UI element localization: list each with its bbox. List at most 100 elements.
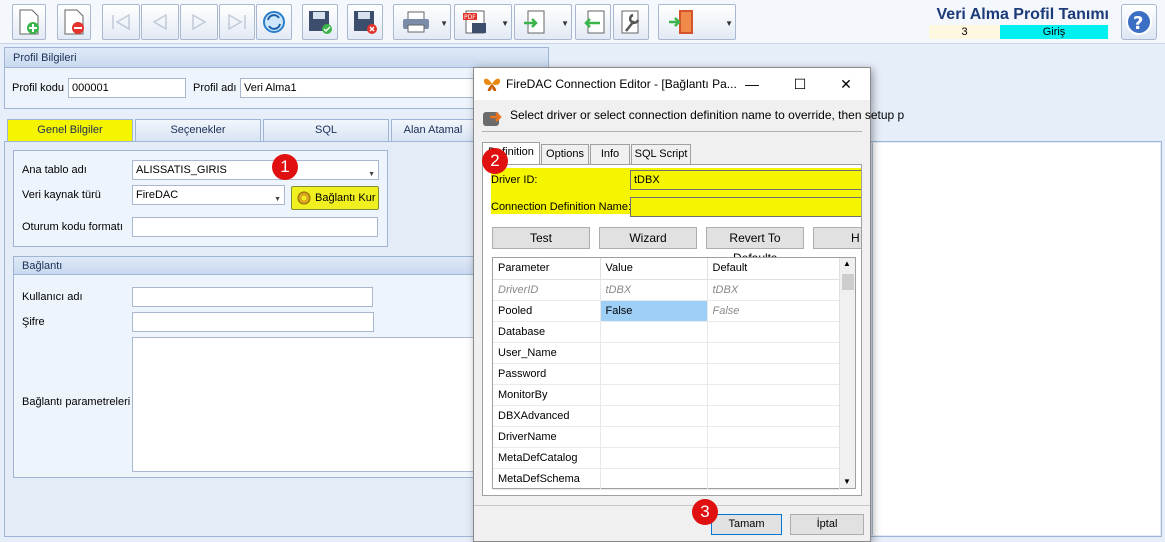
- refresh-button[interactable]: [256, 4, 292, 40]
- page-title: Veri Alma Profil Tanımı: [936, 6, 1110, 23]
- param-value[interactable]: False: [600, 300, 708, 322]
- table-row[interactable]: Pooled False False: [493, 300, 840, 322]
- first-record-button[interactable]: [102, 4, 140, 40]
- param-value[interactable]: [600, 405, 708, 427]
- import-button[interactable]: [575, 4, 611, 40]
- grid-scrollbar[interactable]: ▲ ▼: [839, 258, 855, 488]
- step-marker: 3: [692, 499, 718, 525]
- profile-name-label: Profil adı: [193, 82, 237, 94]
- chevron-down-icon: ▼: [725, 19, 733, 28]
- export-button[interactable]: ▼: [514, 4, 572, 40]
- grid-header-row: Parameter Value Default: [493, 258, 840, 280]
- main-table-value: ALISSATIS_GIRIS: [136, 164, 227, 176]
- tab-field-mapping[interactable]: Alan Atamal: [391, 119, 475, 141]
- next-record-icon: [192, 13, 207, 31]
- step-marker: 2: [482, 148, 508, 174]
- revert-defaults-button[interactable]: Revert To Defaults: [706, 227, 804, 265]
- param-value[interactable]: [600, 363, 708, 385]
- firedac-logo-icon: [484, 78, 500, 91]
- tab-info[interactable]: Info: [590, 144, 630, 164]
- param-default: [707, 468, 840, 490]
- tab-general[interactable]: Genel Bilgiler: [7, 119, 133, 141]
- minimize-icon[interactable]: —: [740, 74, 764, 94]
- table-row[interactable]: DriverID tDBX tDBX: [493, 279, 840, 301]
- param-default: [707, 384, 840, 406]
- tab-options[interactable]: Seçenekler: [135, 119, 261, 141]
- scroll-thumb[interactable]: [842, 274, 854, 290]
- pdf-button[interactable]: PDF ▼: [454, 4, 512, 40]
- conn-def-name-combo[interactable]: [630, 197, 861, 217]
- param-default: tDBX: [707, 279, 840, 301]
- table-row[interactable]: User_Name: [493, 342, 840, 364]
- chevron-down-icon: ▼: [274, 196, 281, 203]
- connection-group-title: Bağlantı: [14, 257, 474, 275]
- table-row[interactable]: Password: [493, 363, 840, 385]
- ok-button[interactable]: Tamam: [711, 514, 782, 535]
- new-record-icon: [19, 9, 39, 35]
- param-name: DBXAdvanced: [493, 405, 601, 427]
- connect-button[interactable]: Bağlantı Kur: [291, 186, 379, 210]
- table-row[interactable]: MetaDefSchema: [493, 468, 840, 490]
- help-dialog-button[interactable]: H: [813, 227, 861, 249]
- param-value[interactable]: [600, 384, 708, 406]
- prev-record-icon: [152, 13, 167, 31]
- print-icon: [403, 11, 429, 33]
- profile-group-title: Profil Bilgileri: [5, 48, 548, 68]
- gear-icon: [297, 191, 311, 205]
- driver-id-combo[interactable]: tDBX: [630, 170, 861, 190]
- tools-button[interactable]: [613, 4, 649, 40]
- tab-dialog-options[interactable]: Options: [541, 144, 589, 164]
- maximize-icon[interactable]: ☐: [788, 74, 812, 94]
- param-name: User_Name: [493, 342, 601, 364]
- param-value[interactable]: [600, 468, 708, 490]
- table-row[interactable]: MetaDefCatalog: [493, 447, 840, 469]
- profile-name-input[interactable]: Veri Alma1: [240, 78, 476, 98]
- main-toolbar: ▼ PDF ▼ ▼ ▼ Veri Alma Profil Tanımı 3 Gi…: [0, 0, 1165, 44]
- record-number: 3: [929, 25, 1000, 39]
- session-format-input[interactable]: [132, 217, 378, 237]
- tab-sql[interactable]: SQL: [263, 119, 389, 141]
- param-value[interactable]: [600, 342, 708, 364]
- username-input[interactable]: [132, 287, 373, 307]
- scroll-down-icon[interactable]: ▼: [843, 477, 851, 486]
- param-value[interactable]: [600, 321, 708, 343]
- table-row[interactable]: Database: [493, 321, 840, 343]
- table-row[interactable]: DBXAdvanced: [493, 405, 840, 427]
- last-record-button[interactable]: [219, 4, 255, 40]
- profile-code-input[interactable]: 000001: [68, 78, 186, 98]
- column-header: Value: [600, 258, 708, 280]
- scroll-up-icon[interactable]: ▲: [843, 259, 851, 268]
- tab-sql-script[interactable]: SQL Script: [631, 144, 691, 164]
- print-button[interactable]: ▼: [393, 4, 451, 40]
- parameters-table: Parameter Value Default DriverID tDBX tDBX…: [493, 258, 840, 490]
- next-record-button[interactable]: [180, 4, 218, 40]
- exit-button[interactable]: ▼: [658, 4, 736, 40]
- param-name: DriverName: [493, 426, 601, 448]
- close-icon[interactable]: ✕: [834, 74, 858, 94]
- source-type-value: FireDAC: [136, 189, 179, 201]
- new-record-button[interactable]: [12, 4, 46, 40]
- divider: [474, 505, 870, 506]
- main-table-combo[interactable]: ALISSATIS_GIRIS ▼: [132, 160, 379, 180]
- conn-params-label: Bağlantı parametreleri: [22, 396, 131, 408]
- delete-record-button[interactable]: [57, 4, 91, 40]
- password-input[interactable]: [132, 312, 374, 332]
- save-button[interactable]: [302, 4, 338, 40]
- conn-params-textarea[interactable]: [132, 337, 475, 472]
- cancel-changes-button[interactable]: [347, 4, 383, 40]
- source-type-combo[interactable]: FireDAC ▼: [132, 185, 285, 205]
- step-marker: 1: [272, 154, 298, 180]
- exit-icon: [669, 10, 693, 34]
- param-value[interactable]: [600, 426, 708, 448]
- cancel-button[interactable]: İptal: [790, 514, 864, 535]
- prev-record-button[interactable]: [141, 4, 179, 40]
- table-row[interactable]: MonitorBy: [493, 384, 840, 406]
- test-button[interactable]: Test: [492, 227, 590, 249]
- table-row[interactable]: DriverName: [493, 426, 840, 448]
- param-value[interactable]: [600, 447, 708, 469]
- parameters-grid: Parameter Value Default DriverID tDBX tDBX…: [492, 257, 856, 490]
- param-default: [707, 405, 840, 427]
- refresh-icon: [263, 11, 285, 33]
- wizard-button[interactable]: Wizard: [599, 227, 697, 249]
- help-button[interactable]: ?: [1121, 4, 1157, 40]
